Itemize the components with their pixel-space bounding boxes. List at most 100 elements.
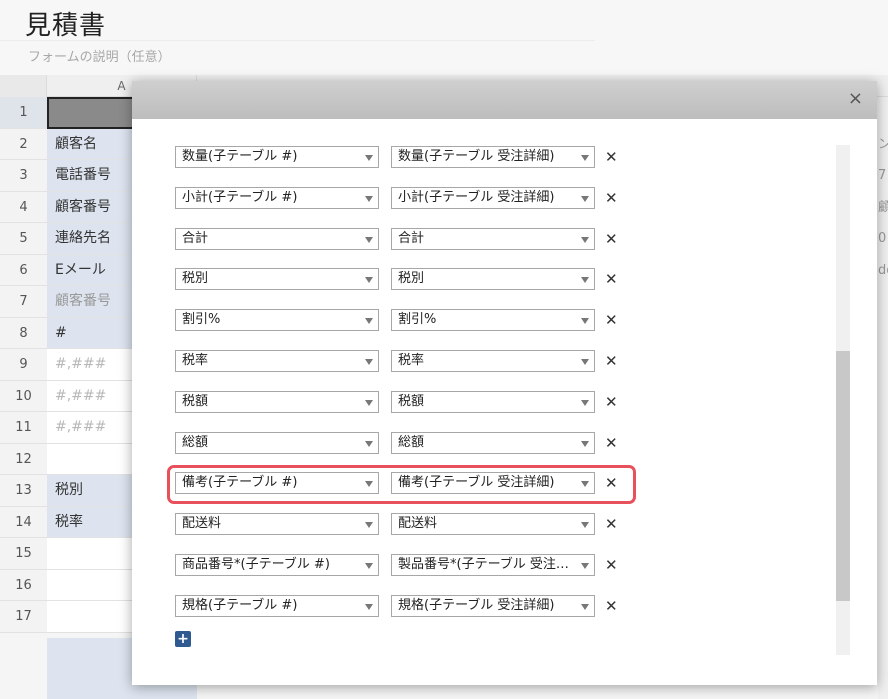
target-field-select[interactable]: 規格(子テーブル 受注詳細) <box>391 594 595 617</box>
row-header[interactable]: 3 <box>0 160 47 192</box>
source-field-select[interactable]: 商品番号*(子テーブル #) <box>175 554 379 576</box>
form-description[interactable]: フォームの説明（任意） <box>28 46 171 65</box>
row-header[interactable]: 6 <box>0 254 47 286</box>
source-field-select[interactable]: 総額 <box>175 431 379 454</box>
sheet-corner[interactable] <box>0 75 47 97</box>
highlight-annotation <box>167 465 636 504</box>
remove-mapping-icon[interactable]: ✕ <box>605 228 618 250</box>
target-field-value: 数量(子テーブル 受注詳細) <box>398 149 555 164</box>
remove-mapping-icon[interactable]: ✕ <box>605 595 618 617</box>
remove-mapping-icon[interactable]: ✕ <box>605 268 618 290</box>
row-header[interactable]: 16 <box>0 569 47 601</box>
source-field-select[interactable]: 小計(子テーブル #) <box>175 186 379 209</box>
target-field-select[interactable]: 税率 <box>391 350 595 372</box>
hidden-cell-fragment <box>878 601 888 633</box>
row-header[interactable]: 7 <box>0 286 47 318</box>
target-field-select[interactable]: 小計(子テーブル 受注詳細) <box>391 186 595 209</box>
row-header-column: 1 2 3 4 5 6 7 8 9 10 11 12 13 14 15 16 17 <box>0 97 47 633</box>
row-header[interactable]: 2 <box>0 128 47 160</box>
source-field-value: 税別 <box>182 271 209 287</box>
target-field-value: 合計 <box>398 230 425 246</box>
target-field-value: 税別 <box>398 271 425 287</box>
source-field-select[interactable]: 合計 <box>175 227 379 250</box>
title-underline <box>0 40 595 41</box>
hidden-cell-fragment <box>878 97 888 129</box>
row-header[interactable]: 5 <box>0 223 47 255</box>
hidden-cell-fragment: 7 <box>878 168 887 183</box>
row-header[interactable]: 14 <box>0 506 47 538</box>
dropdown-arrow-icon <box>581 236 589 243</box>
partially-hidden-column: ン 7 顧 0 do <box>878 97 888 699</box>
source-field-select[interactable]: 配送料 <box>175 513 379 536</box>
target-field-value: 総額 <box>398 434 425 450</box>
source-field-value: 税額 <box>182 393 209 409</box>
target-field-value: 割引% <box>398 312 437 328</box>
hidden-cell-fragment: do <box>878 262 888 278</box>
source-field-value: 数量(子テーブル #) <box>182 149 298 164</box>
row-header[interactable]: 8 <box>0 317 47 349</box>
target-field-value: 配送料 <box>398 516 438 532</box>
source-field-value: 規格(子テーブル #) <box>182 597 298 613</box>
row-header[interactable]: 13 <box>0 475 47 507</box>
scrollbar-thumb[interactable] <box>836 351 850 601</box>
target-field-select[interactable]: 割引% <box>391 309 595 332</box>
remove-mapping-icon[interactable]: ✕ <box>605 146 618 168</box>
remove-mapping-icon[interactable]: ✕ <box>605 432 618 454</box>
hidden-cell-fragment <box>878 538 888 570</box>
hidden-cell-fragment <box>878 349 888 381</box>
target-field-select[interactable]: 税額 <box>391 390 595 413</box>
row-header[interactable]: 10 <box>0 380 47 412</box>
source-field-value: 総額 <box>182 434 209 450</box>
dropdown-arrow-icon <box>365 195 373 202</box>
target-field-select[interactable]: 総額 <box>391 431 595 454</box>
add-mapping-button[interactable]: + <box>175 631 191 647</box>
source-field-select[interactable]: 数量(子テーブル #) <box>175 146 379 168</box>
row-header[interactable]: 9 <box>0 349 47 381</box>
row-header[interactable]: 1 <box>0 97 47 129</box>
remove-mapping-icon[interactable]: ✕ <box>605 309 618 331</box>
dropdown-arrow-icon <box>365 359 373 365</box>
remove-mapping-icon[interactable]: ✕ <box>605 513 618 535</box>
dropdown-arrow-icon <box>581 195 589 202</box>
hidden-cell-fragment <box>878 570 888 602</box>
row-header[interactable]: 11 <box>0 412 47 444</box>
source-field-select[interactable]: 割引% <box>175 309 379 332</box>
dropdown-arrow-icon <box>365 399 373 406</box>
source-field-select[interactable]: 税率 <box>175 350 379 372</box>
source-field-select[interactable]: 税別 <box>175 268 379 291</box>
source-field-value: 商品番号*(子テーブル #) <box>182 557 330 572</box>
source-field-value: 割引% <box>182 312 221 328</box>
dropdown-arrow-icon <box>581 399 589 406</box>
hidden-cell-fragment: 0 <box>878 231 887 246</box>
close-icon[interactable]: × <box>848 90 863 108</box>
dropdown-arrow-icon <box>581 563 589 569</box>
remove-mapping-icon[interactable]: ✕ <box>605 391 618 413</box>
source-field-select[interactable]: 規格(子テーブル #) <box>175 594 379 617</box>
dropdown-arrow-icon <box>365 563 373 569</box>
dropdown-arrow-icon <box>365 440 373 447</box>
row-header[interactable]: 12 <box>0 443 47 475</box>
target-field-select[interactable]: 税別 <box>391 268 595 291</box>
hidden-cell-fragment <box>878 286 888 318</box>
target-field-value: 税率 <box>398 353 425 368</box>
target-field-select[interactable]: 配送料 <box>391 513 595 536</box>
form-title[interactable]: 見積書 <box>25 5 106 42</box>
source-field-value: 配送料 <box>182 516 222 532</box>
field-mapping-dialog: × 数量(子テーブル #) 数量(子テーブル 受注詳細) ✕ 小計(子テーブル #) 小… <box>132 81 877 685</box>
dropdown-arrow-icon <box>581 359 589 365</box>
hidden-cell-fragment: ン <box>878 136 888 152</box>
target-field-select[interactable]: 製品番号*(子テーブル 受注… <box>391 554 595 576</box>
row-header[interactable]: 15 <box>0 538 47 570</box>
remove-mapping-icon[interactable]: ✕ <box>605 350 618 372</box>
dropdown-arrow-icon <box>365 236 373 243</box>
dropdown-arrow-icon <box>581 603 589 610</box>
form-header: 見積書 フォームの説明（任意） <box>0 0 888 75</box>
remove-mapping-icon[interactable]: ✕ <box>605 187 618 209</box>
remove-mapping-icon[interactable]: ✕ <box>605 554 618 576</box>
target-field-value: 税額 <box>398 393 425 409</box>
row-header[interactable]: 4 <box>0 191 47 223</box>
row-header[interactable]: 17 <box>0 601 47 633</box>
source-field-select[interactable]: 税額 <box>175 390 379 413</box>
target-field-select[interactable]: 合計 <box>391 227 595 250</box>
target-field-select[interactable]: 数量(子テーブル 受注詳細) <box>391 146 595 168</box>
